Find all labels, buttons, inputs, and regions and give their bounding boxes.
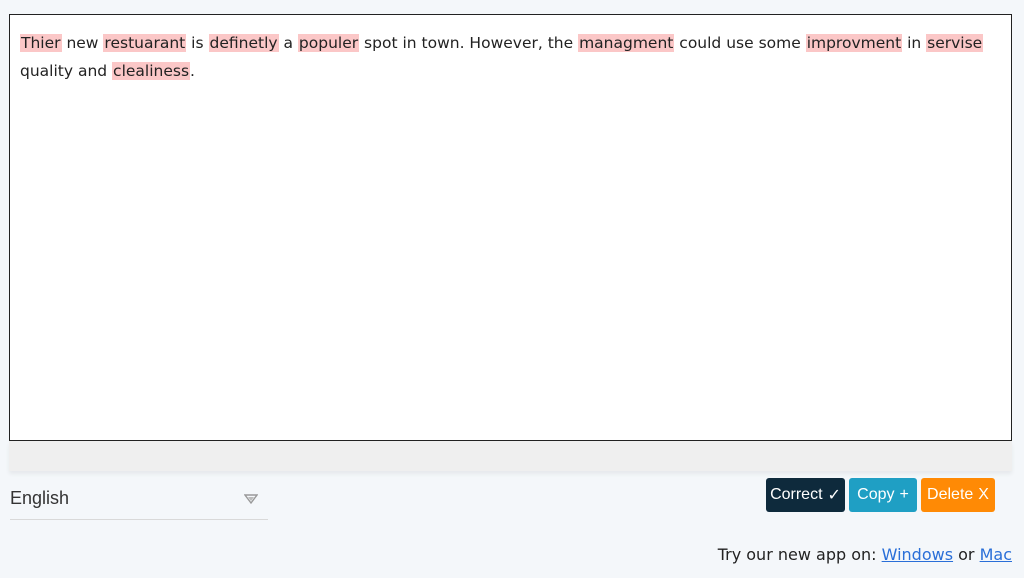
misspelled-word[interactable]: definetly: [208, 34, 279, 52]
delete-button-label: Delete: [927, 486, 974, 503]
windows-app-link[interactable]: Windows: [882, 545, 953, 564]
x-icon: X: [978, 486, 989, 503]
delete-button[interactable]: Delete X: [921, 478, 995, 512]
checkmark-icon: ✓: [827, 487, 841, 504]
misspelled-word[interactable]: managment: [578, 34, 675, 52]
copy-button[interactable]: Copy +: [849, 478, 917, 512]
text-editor[interactable]: Thier new restuarant is definetly a popu…: [9, 14, 1012, 441]
app-promo-separator: or: [953, 545, 980, 564]
misspelled-word[interactable]: populer: [297, 34, 360, 52]
misspelled-word[interactable]: restuarant: [103, 34, 187, 52]
dropdown-arrow-icon: [244, 493, 258, 504]
text-segment: quality and: [20, 62, 113, 80]
text-segment: is: [186, 34, 209, 52]
text-segment: a: [278, 34, 298, 52]
text-segment: new: [61, 34, 104, 52]
plus-icon: +: [899, 486, 909, 503]
misspelled-word[interactable]: servise: [926, 34, 984, 52]
copy-button-label: Copy: [857, 486, 895, 503]
text-segment: in: [902, 34, 927, 52]
editor-footer-strip: [9, 441, 1012, 471]
app-promo: Try our new app on: Windows or Mac: [718, 545, 1012, 564]
text-segment: could use some: [674, 34, 806, 52]
correct-button-label: Correct: [770, 486, 823, 503]
language-selected-value: English: [10, 488, 70, 508]
language-select[interactable]: English: [10, 478, 268, 520]
correct-button[interactable]: Correct ✓: [766, 478, 845, 512]
misspelled-word[interactable]: improvment: [805, 34, 903, 52]
text-segment: spot in town. However, the: [359, 34, 579, 52]
misspelled-word[interactable]: Thier: [20, 34, 62, 52]
text-segment: .: [190, 62, 195, 80]
mac-app-link[interactable]: Mac: [980, 545, 1012, 564]
misspelled-word[interactable]: clealiness: [112, 62, 191, 80]
app-promo-prefix: Try our new app on:: [717, 545, 882, 564]
